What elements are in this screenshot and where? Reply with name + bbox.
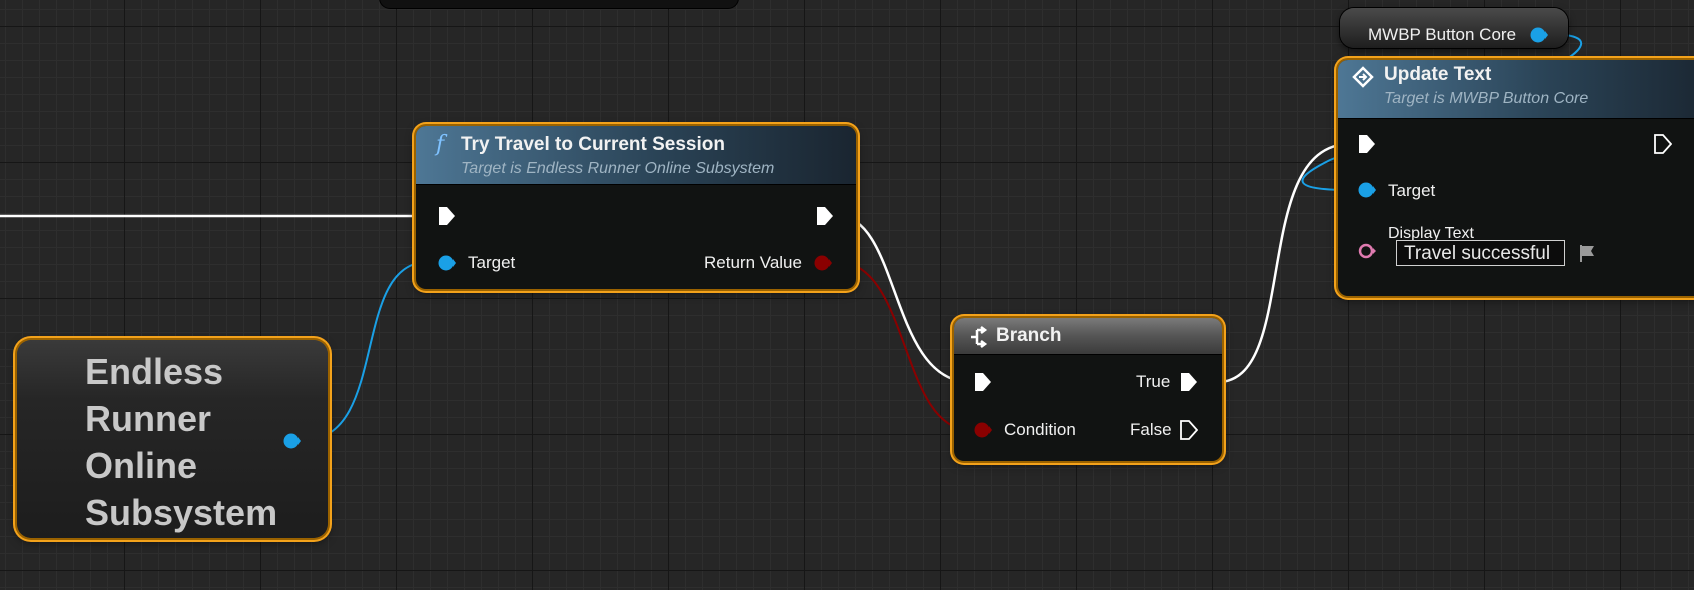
offscreen-node-stub[interactable]: [380, 0, 738, 8]
branch-exec-in-pin[interactable]: [974, 372, 992, 392]
branch-icon: [971, 326, 988, 348]
button-core-label: MWBP Button Core: [1368, 25, 1517, 44]
update-text-node[interactable]: Update Text Target is MWBP Button Core T…: [1338, 60, 1694, 296]
try-travel-header[interactable]: f Try Travel to Current Session Target i…: [416, 126, 856, 185]
update-text-header[interactable]: Update Text Target is MWBP Button Core: [1338, 60, 1694, 119]
try-travel-title: Try Travel to Current Session: [461, 134, 725, 155]
localize-flag-icon[interactable]: [1578, 243, 1598, 263]
target-label: Target: [468, 253, 516, 272]
update-text-title: Update Text: [1384, 64, 1492, 85]
update-target-label: Target: [1388, 181, 1436, 200]
subsystem-node-label: Endless Runner Online Subsystem: [85, 351, 278, 533]
true-label: True: [1136, 372, 1171, 391]
subsystem-output-pin[interactable]: [283, 432, 301, 450]
false-exec-pin[interactable]: [1180, 420, 1198, 440]
exec-wire-true-to-update: [1217, 142, 1351, 384]
update-exec-in-pin[interactable]: [1358, 134, 1376, 154]
condition-pin[interactable]: [974, 421, 992, 439]
update-text-subtitle: Target is MWBP Button Core: [1384, 90, 1589, 107]
try-travel-node[interactable]: f Try Travel to Current Session Target i…: [416, 126, 856, 289]
exec-in-pin[interactable]: [438, 206, 456, 226]
branch-header[interactable]: Branch: [954, 318, 1222, 355]
update-target-pin[interactable]: [1358, 181, 1376, 199]
branch-node[interactable]: Branch True Condition False: [954, 318, 1222, 461]
event-icon: [1352, 66, 1374, 88]
true-exec-pin[interactable]: [1180, 372, 1198, 392]
endless-runner-subsystem-node[interactable]: Endless Runner Online Subsystem: [17, 340, 328, 538]
display-text-input[interactable]: Travel successful: [1396, 240, 1565, 266]
exec-out-pin[interactable]: [816, 206, 834, 226]
false-label: False: [1130, 420, 1172, 439]
bool-wire-return-to-condition: [837, 261, 971, 431]
exec-wire-travel-to-branch: [837, 214, 971, 384]
button-core-output-pin[interactable]: [1530, 26, 1548, 44]
mwbp-button-core-variable[interactable]: MWBP Button Core: [1340, 8, 1568, 48]
return-value-label: Return Value: [704, 253, 802, 272]
condition-label: Condition: [1004, 420, 1076, 439]
return-value-pin[interactable]: [814, 254, 832, 272]
try-travel-subtitle: Target is Endless Runner Online Subsyste…: [461, 160, 775, 177]
update-exec-out-pin[interactable]: [1654, 134, 1672, 154]
function-icon: f: [436, 132, 445, 157]
display-text-pin[interactable]: [1358, 242, 1376, 260]
branch-title: Branch: [996, 325, 1062, 346]
target-pin[interactable]: [438, 254, 456, 272]
